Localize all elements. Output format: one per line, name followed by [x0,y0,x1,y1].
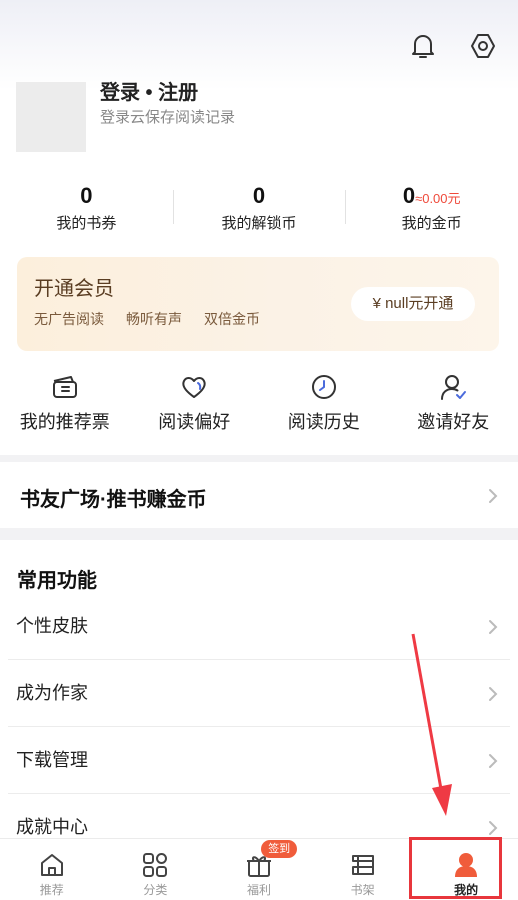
heart-icon [130,372,260,402]
common-functions-section: 常用功能 个性皮肤 成为作家 下载管理 成就中心 [0,540,518,840]
book-square-label: 书友广场·推书赚金币 [20,489,207,511]
tab-label: 分类 [143,883,168,897]
quick-label: 阅读偏好 [158,412,231,432]
quick-label: 阅读历史 [287,412,360,432]
vip-title: 开通会员 [34,278,114,300]
avatar[interactable] [16,82,86,152]
quick-label: 邀请好友 [417,412,490,432]
menu-row-achievements[interactable]: 成就中心 [0,794,518,840]
vip-perk: 无广告阅读 [34,311,104,327]
tab-label: 推荐 [39,883,64,897]
history-clock-icon [259,372,389,402]
coin-cash-equivalent: ≈0.00元 [415,191,461,206]
menu-row-label: 个性皮肤 [16,616,88,636]
chevron-right-icon [489,821,498,835]
menu-row-label: 下载管理 [16,750,88,770]
category-grid-icon [104,849,208,881]
home-icon [0,849,104,881]
tab-label: 福利 [246,883,271,897]
stat-unlock-coins[interactable]: 0 我的解锁币 [172,182,346,236]
vip-perk: 畅听有声 [126,311,182,327]
section-title: 常用功能 [17,570,97,592]
chevron-right-icon [489,687,498,701]
vip-perks: 无广告阅读 畅听有声 双倍金币 [34,309,260,329]
chevron-right-icon [489,754,498,768]
check-in-badge: 签到 [261,840,298,858]
quick-invite-friends[interactable]: 邀请好友 [389,372,518,434]
stat-label: 我的金币 [401,215,462,232]
chevron-right-icon [489,620,498,634]
menu-row-label: 成为作家 [16,683,88,703]
login-register-link[interactable]: 登录 • 注册 [100,76,198,105]
profile-icon [414,849,518,881]
ticket-icon [0,372,130,402]
stat-value: 0 [402,183,416,208]
bottom-tab-bar: 推荐 分类 福利 签到 书架 我的 [0,838,518,900]
stats-row: 0 我的书券 0 我的解锁币 0≈0.00元 我的金币 [0,182,518,236]
vip-subscribe-button[interactable]: ¥ null元开通 [351,287,475,321]
menu-row-downloads[interactable]: 下载管理 [0,727,518,794]
divider [172,190,174,224]
stat-gold-coins[interactable]: 0≈0.00元 我的金币 [345,182,518,236]
quick-actions: 我的推荐票 阅读偏好 阅读历史 邀请好友 [0,372,518,434]
invite-user-icon [389,372,518,402]
book-square-row[interactable]: 书友广场·推书赚金币 [0,462,518,528]
stat-value: 0 [80,183,93,208]
quick-recommend-tickets[interactable]: 我的推荐票 [0,372,130,434]
stat-label: 我的书券 [56,215,117,232]
tab-mine[interactable]: 我的 [414,839,518,900]
tab-welfare[interactable]: 福利 签到 [207,839,311,900]
menu-row-become-writer[interactable]: 成为作家 [0,660,518,727]
stat-value: 0 [252,183,266,208]
header-icons [408,28,498,64]
bookshelf-icon [311,849,415,881]
menu-row-skin[interactable]: 个性皮肤 [0,593,518,660]
menu-row-label: 成就中心 [16,817,88,837]
chevron-right-icon [489,489,498,503]
quick-label: 我的推荐票 [19,412,110,432]
settings-icon[interactable] [468,28,498,64]
divider [345,190,347,224]
tab-label: 我的 [454,883,479,897]
stat-label: 我的解锁币 [221,215,297,232]
vip-card[interactable]: 开通会员 无广告阅读 畅听有声 双倍金币 ¥ null元开通 [17,257,499,351]
tab-bookshelf[interactable]: 书架 [311,839,415,900]
stat-value-row: 0≈0.00元 [345,182,518,210]
tab-recommend[interactable]: 推荐 [0,839,104,900]
top-area: 登录 • 注册 登录云保存阅读记录 0 我的书券 0 我的解锁币 0≈0.00元… [0,0,518,455]
stat-vouchers[interactable]: 0 我的书券 [0,182,173,236]
bell-icon[interactable] [408,28,438,64]
tab-category[interactable]: 分类 [104,839,208,900]
vip-perk: 双倍金币 [204,311,260,327]
tab-label: 书架 [350,883,375,897]
login-subtitle: 登录云保存阅读记录 [100,109,236,126]
quick-reading-preference[interactable]: 阅读偏好 [130,372,260,434]
quick-reading-history[interactable]: 阅读历史 [259,372,389,434]
